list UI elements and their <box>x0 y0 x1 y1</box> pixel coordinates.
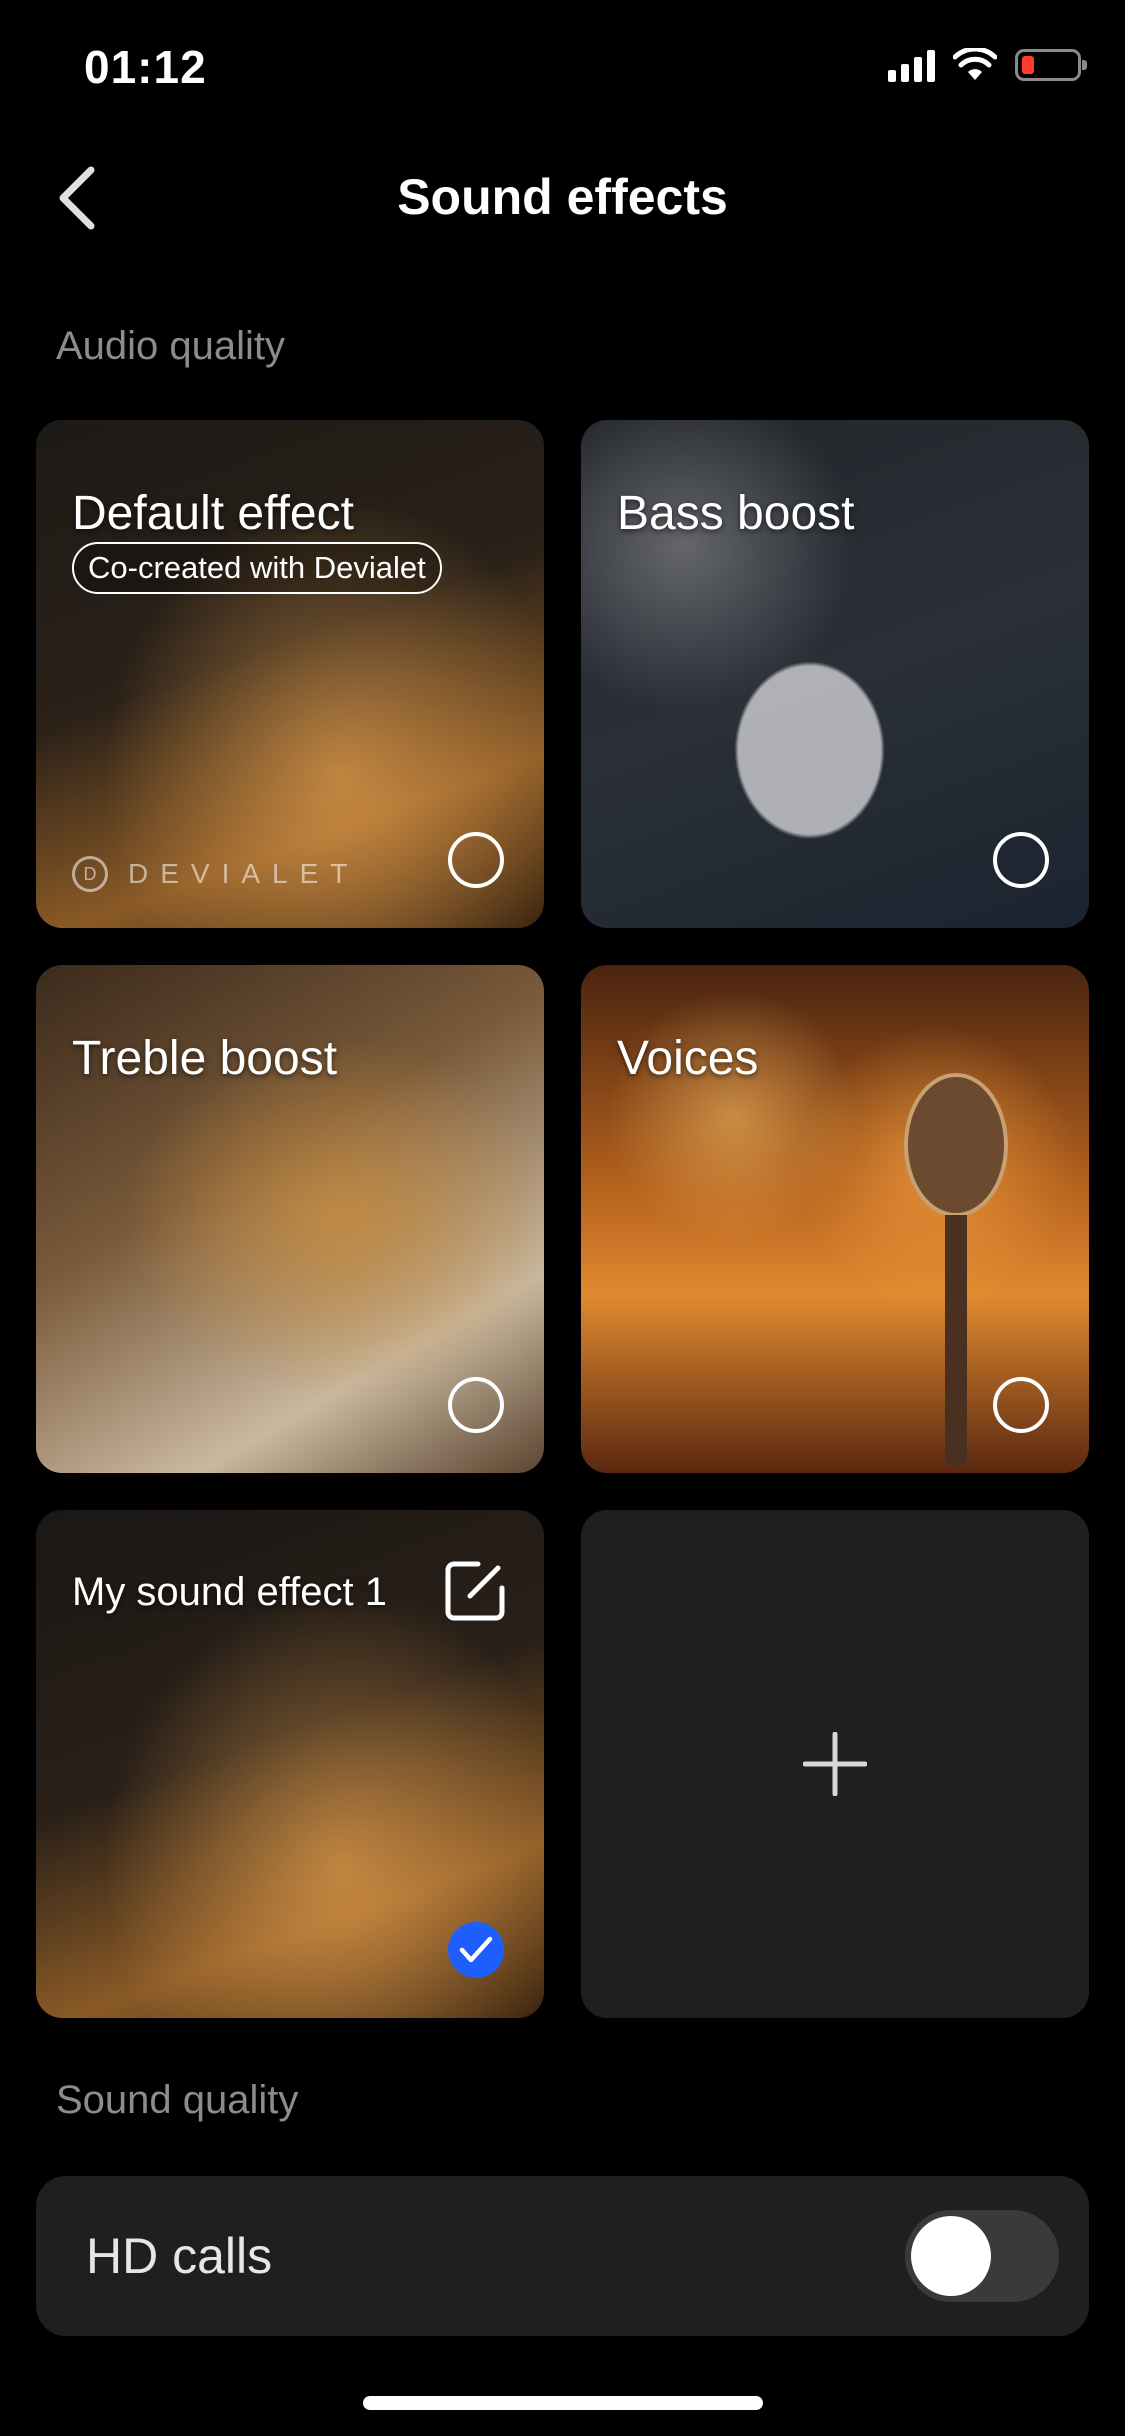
devialet-badge: Co-created with Devialet <box>72 542 442 594</box>
card-title: Treble boost <box>72 1032 338 1085</box>
select-radio[interactable] <box>993 832 1049 888</box>
edit-icon <box>445 1561 505 1621</box>
home-indicator <box>363 2396 763 2410</box>
status-time: 01:12 <box>84 41 207 93</box>
effect-card-my-sound-effect-1[interactable]: My sound effect 1 <box>36 1510 544 2018</box>
select-radio[interactable] <box>448 832 504 888</box>
sound-effects-screen: 01:12 Sound effects Audio quality Defaul… <box>0 0 1125 2436</box>
toggle-knob <box>911 2216 991 2296</box>
add-sound-effect-button[interactable] <box>581 1510 1089 2018</box>
section-label-audio-quality: Audio quality <box>56 324 286 368</box>
devialet-mark-icon: D <box>72 856 108 892</box>
card-title: Bass boost <box>617 487 855 540</box>
cellular-signal-icon <box>888 48 935 82</box>
effect-card-default[interactable]: Default effect Co-created with Devialet … <box>36 420 544 928</box>
hd-calls-toggle[interactable] <box>905 2210 1059 2302</box>
plus-icon <box>803 1732 867 1796</box>
status-icons <box>888 48 1087 82</box>
brand-name: DEVIALET <box>128 858 360 889</box>
setting-row-hd-calls: HD calls <box>36 2176 1089 2336</box>
effect-card-voices[interactable]: Voices <box>581 965 1089 1473</box>
effect-card-bass-boost[interactable]: Bass boost <box>581 420 1089 928</box>
page-title: Sound effects <box>397 169 728 225</box>
card-title: Voices <box>617 1032 759 1085</box>
card-title: Default effect <box>72 487 354 540</box>
battery-icon <box>1015 49 1087 81</box>
select-radio[interactable] <box>448 1377 504 1433</box>
wifi-icon <box>953 48 997 80</box>
select-radio[interactable] <box>993 1377 1049 1433</box>
card-title: My sound effect 1 <box>72 1570 387 1614</box>
section-label-sound-quality: Sound quality <box>56 2078 299 2122</box>
devialet-logo: D DEVIALET <box>72 856 359 892</box>
edit-button[interactable] <box>444 1560 506 1622</box>
checkmark-icon <box>459 1936 493 1963</box>
effect-card-treble-boost[interactable]: Treble boost <box>36 965 544 1473</box>
select-radio-checked[interactable] <box>448 1922 504 1978</box>
setting-label: HD calls <box>86 2228 273 2284</box>
